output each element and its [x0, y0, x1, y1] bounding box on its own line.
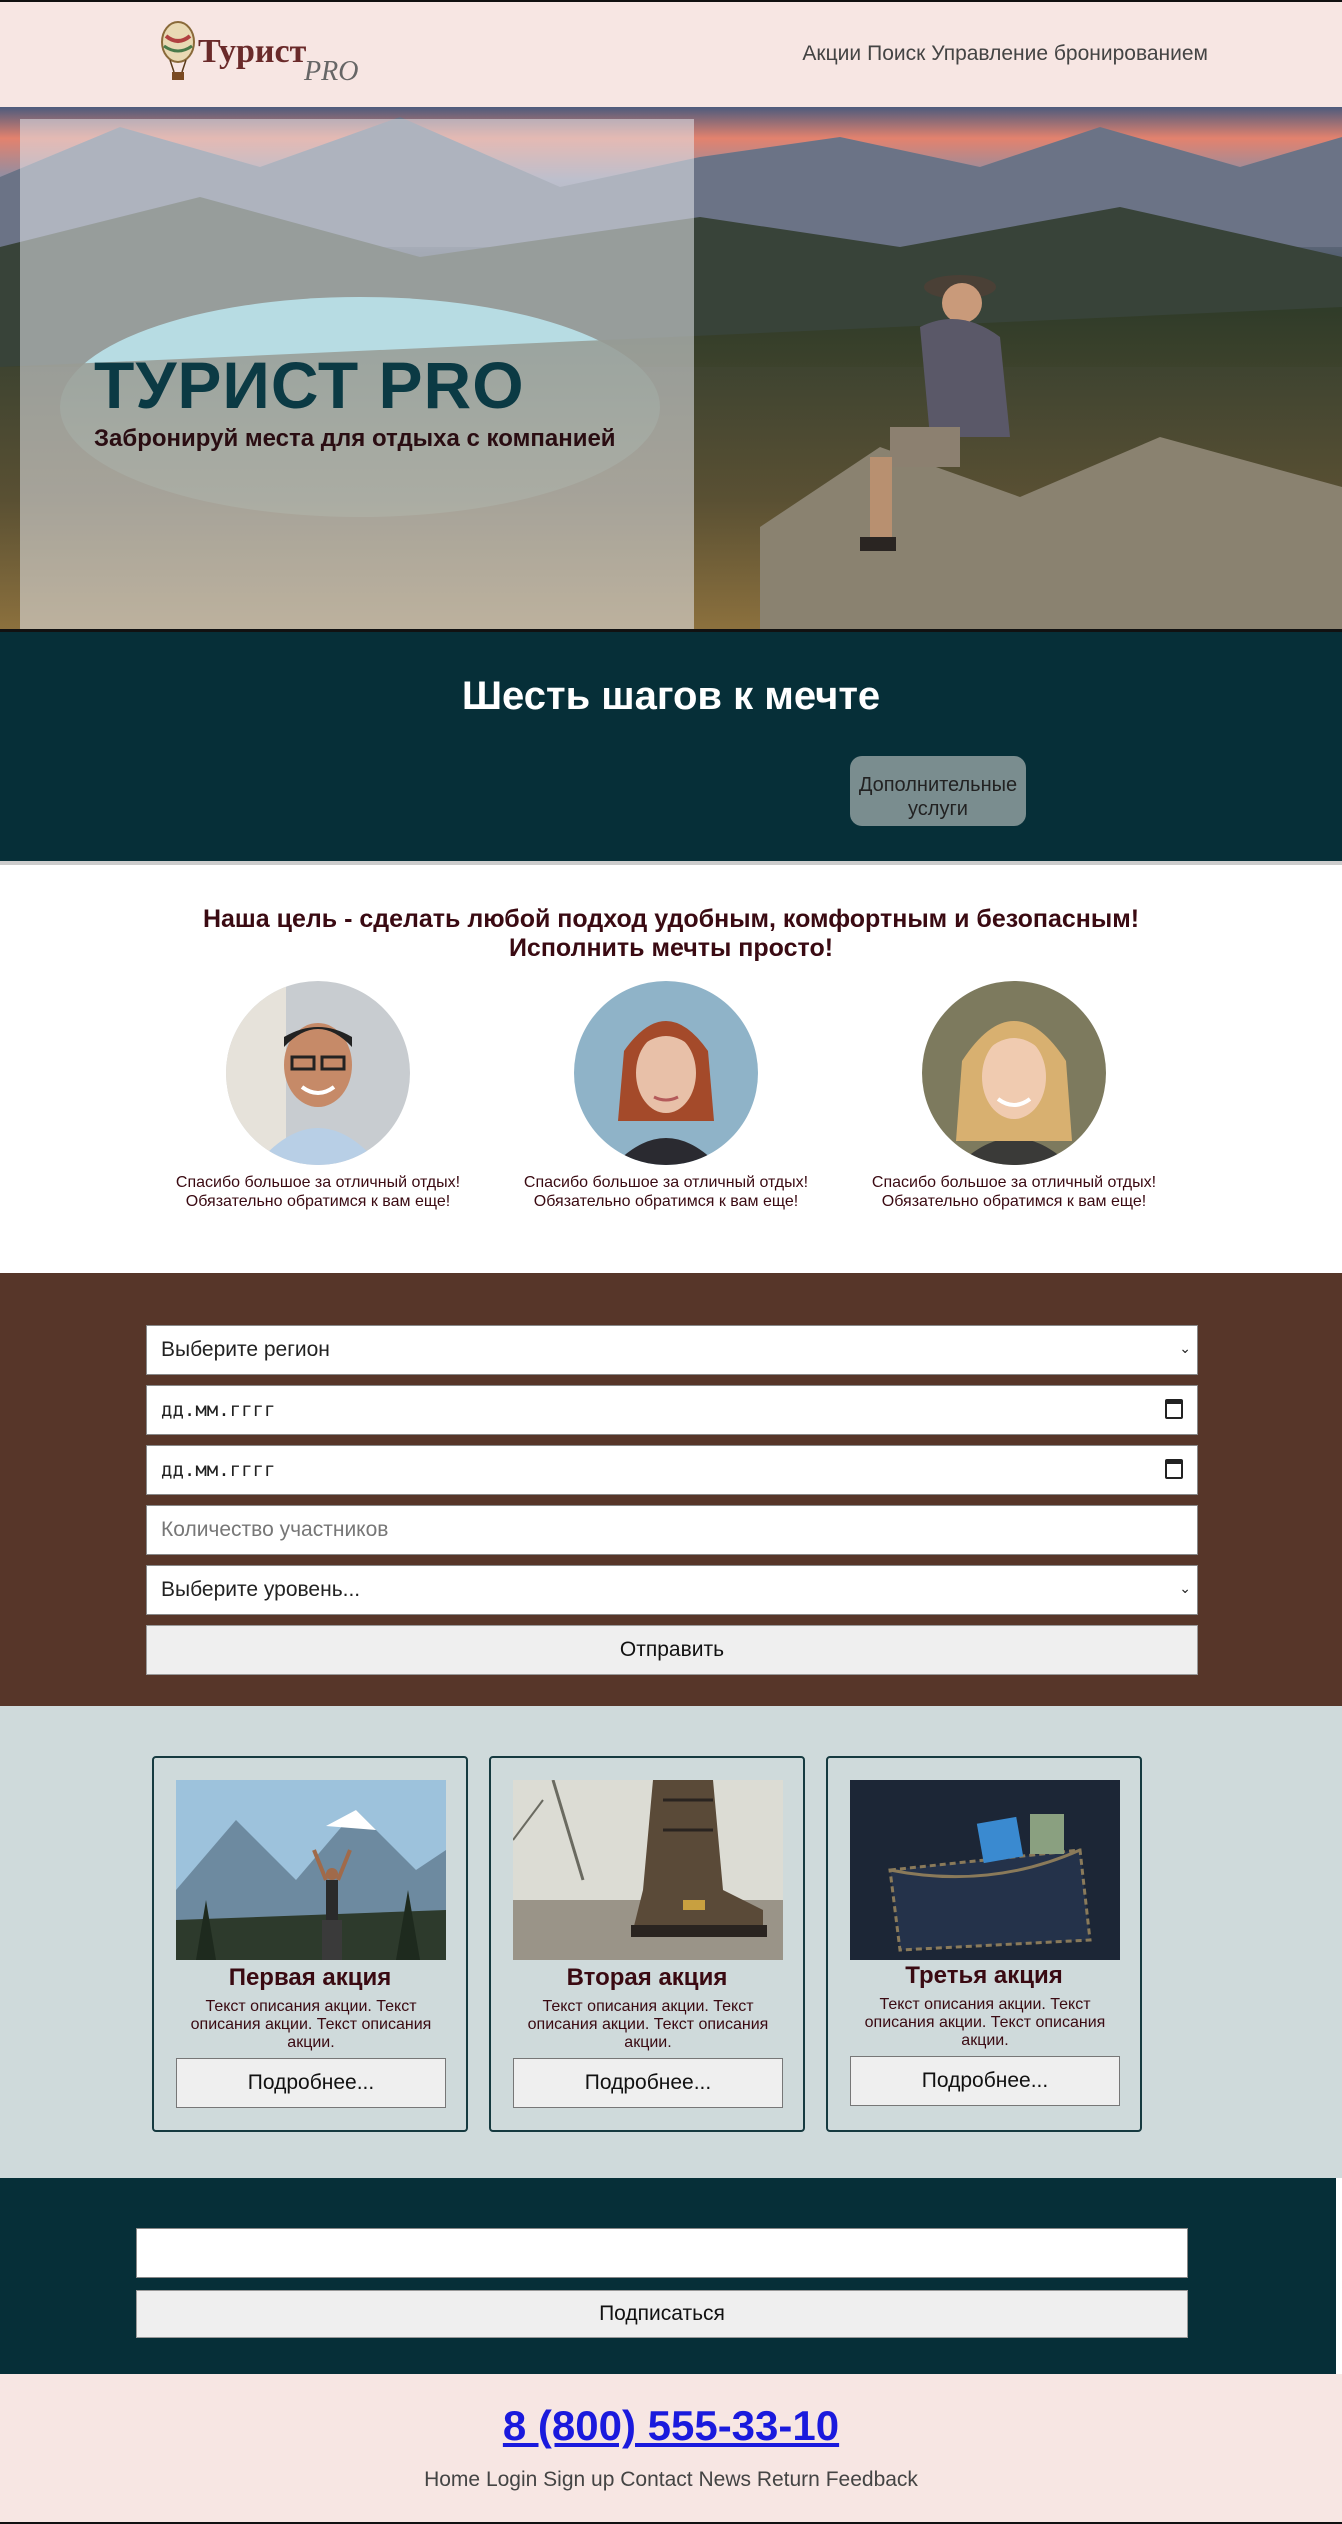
review-text-line-1: Спасибо большое за отличный отдых! — [523, 1174, 809, 1191]
hiking-boot-image-icon — [513, 1780, 783, 1960]
date-from-placeholder: дд.мм.гггг — [161, 1399, 276, 1421]
avatar — [226, 981, 410, 1165]
goal-line-1: Наша цель - сделать любой подход удобным… — [202, 905, 1140, 933]
steps-section: Шесть шагов к мечте Дополнительные услуг… — [0, 629, 1342, 865]
level-select-value: Выберите уровень... — [161, 1578, 361, 1601]
reviewer-photo-icon — [922, 981, 1106, 1165]
promo-more-button[interactable]: Подробнее... — [513, 2058, 783, 2108]
participants-input[interactable]: Количество участников — [146, 1505, 1198, 1555]
logo[interactable]: Турист PRO — [158, 16, 358, 88]
review-text-line-1: Спасибо большое за отличный отдых! — [175, 1174, 461, 1191]
promo-card: Первая акция Текст описания акции. Текст… — [152, 1756, 468, 2132]
subscribe-section: Подписаться — [0, 2178, 1336, 2374]
review-card: Спасибо большое за отличный отдых! Обяза… — [158, 981, 478, 1211]
promotions-section: Первая акция Текст описания акции. Текст… — [0, 1706, 1342, 2178]
nav-promos[interactable]: Акции — [802, 42, 861, 66]
review-card: Спасибо большое за отличный отдых! Обяза… — [506, 981, 826, 1211]
subscribe-button[interactable]: Подписаться — [136, 2290, 1188, 2338]
svg-text:Турист: Турист — [198, 33, 307, 70]
site-footer: 8 (800) 555-33-10 Home Login Sign up Con… — [0, 2374, 1342, 2524]
footer-nav: Home Login Sign up Contact News Return F… — [0, 2468, 1342, 2492]
promo-card: Третья акция Текст описания акции. Текст… — [826, 1756, 1142, 2132]
chevron-down-icon: ⌄ — [1179, 1580, 1191, 1596]
promo-title: Вторая акция — [566, 1964, 728, 1991]
review-text-line-1: Спасибо большое за отличный отдых! — [871, 1174, 1157, 1191]
review-text-line-2: Обязательно обратимся к вам еще! — [185, 1193, 451, 1210]
jeans-pocket-card-image-icon — [850, 1780, 1120, 1960]
hero-subtitle: Забронируй места для отдыха с компанией — [94, 425, 616, 452]
date-from-input[interactable]: дд.мм.гггг — [146, 1385, 1198, 1435]
hero-banner: ТУРИСТ PRO Забронируй места для отдыха с… — [0, 107, 1342, 629]
main-nav: Акции Поиск Управление бронированием — [802, 42, 1208, 66]
promo-image — [176, 1780, 446, 1960]
review-text-line-2: Обязательно обратимся к вам еще! — [881, 1193, 1147, 1210]
site-header: Турист PRO Акции Поиск Управление бронир… — [0, 0, 1342, 107]
promo-description: Текст описания акции. Текст описания акц… — [190, 1998, 432, 2051]
promo-card: Вторая акция Текст описания акции. Текст… — [489, 1756, 805, 2132]
review-card: Спасибо большое за отличный отдых! Обяза… — [854, 981, 1174, 1211]
goal-statement: Наша цель - сделать любой подход удобным… — [0, 905, 1342, 963]
promo-image — [850, 1780, 1120, 1960]
steps-title: Шесть шагов к мечте — [461, 674, 881, 718]
promo-title: Третья акция — [905, 1962, 1063, 1989]
reviewer-photo-icon — [226, 981, 410, 1165]
footer-link-return[interactable]: Return — [757, 2468, 820, 2491]
booking-form: Выберите регион ⌄ дд.мм.гггг дд.мм.гггг … — [0, 1273, 1342, 1706]
footer-link-signup[interactable]: Sign up — [543, 2468, 614, 2491]
participants-placeholder: Количество участников — [161, 1518, 389, 1541]
subscribe-email-input[interactable] — [136, 2228, 1188, 2278]
phone-link[interactable]: 8 (800) 555-33-10 — [0, 2402, 1342, 2450]
footer-link-contact[interactable]: Contact — [620, 2468, 692, 2491]
reviewer-photo-icon — [574, 981, 758, 1165]
mountain-hiker-image-icon — [176, 1780, 446, 1960]
promo-title: Первая акция — [228, 1964, 392, 1991]
date-to-placeholder: дд.мм.гггг — [161, 1459, 276, 1481]
footer-link-news[interactable]: News — [698, 2468, 751, 2491]
date-to-input[interactable]: дд.мм.гггг — [146, 1445, 1198, 1495]
promo-description: Текст описания акции. Текст описания акц… — [864, 1996, 1106, 2049]
calendar-icon[interactable] — [1165, 1459, 1183, 1479]
region-select-value: Выберите регион — [161, 1338, 330, 1361]
avatar — [574, 981, 758, 1165]
footer-link-home[interactable]: Home — [424, 2468, 480, 2491]
promo-description: Текст описания акции. Текст описания акц… — [527, 1998, 769, 2051]
hero-title: ТУРИСТ PRO — [94, 348, 525, 422]
submit-button[interactable]: Отправить — [146, 1625, 1198, 1675]
calendar-icon[interactable] — [1165, 1399, 1183, 1419]
promo-more-button[interactable]: Подробнее... — [850, 2056, 1120, 2106]
promo-more-button[interactable]: Подробнее... — [176, 2058, 446, 2108]
nav-booking-management[interactable]: Управление бронированием — [931, 42, 1208, 66]
footer-link-feedback[interactable]: Feedback — [826, 2468, 918, 2491]
review-text-line-2: Обязательно обратимся к вам еще! — [533, 1193, 799, 1210]
reviews-section: Наша цель - сделать любой подход удобным… — [0, 865, 1342, 1273]
promo-image — [513, 1780, 783, 1960]
footer-link-login[interactable]: Login — [486, 2468, 537, 2491]
svg-text:PRO: PRO — [303, 56, 358, 87]
avatar — [922, 981, 1106, 1165]
chevron-down-icon: ⌄ — [1179, 1340, 1191, 1356]
region-select[interactable]: Выберите регион ⌄ — [146, 1325, 1198, 1375]
goal-line-2: Исполнить мечты просто! — [508, 934, 834, 962]
level-select[interactable]: Выберите уровень... ⌄ — [146, 1565, 1198, 1615]
additional-services-button[interactable]: Дополнительные услуги — [850, 756, 1026, 826]
nav-search[interactable]: Поиск — [867, 42, 925, 66]
